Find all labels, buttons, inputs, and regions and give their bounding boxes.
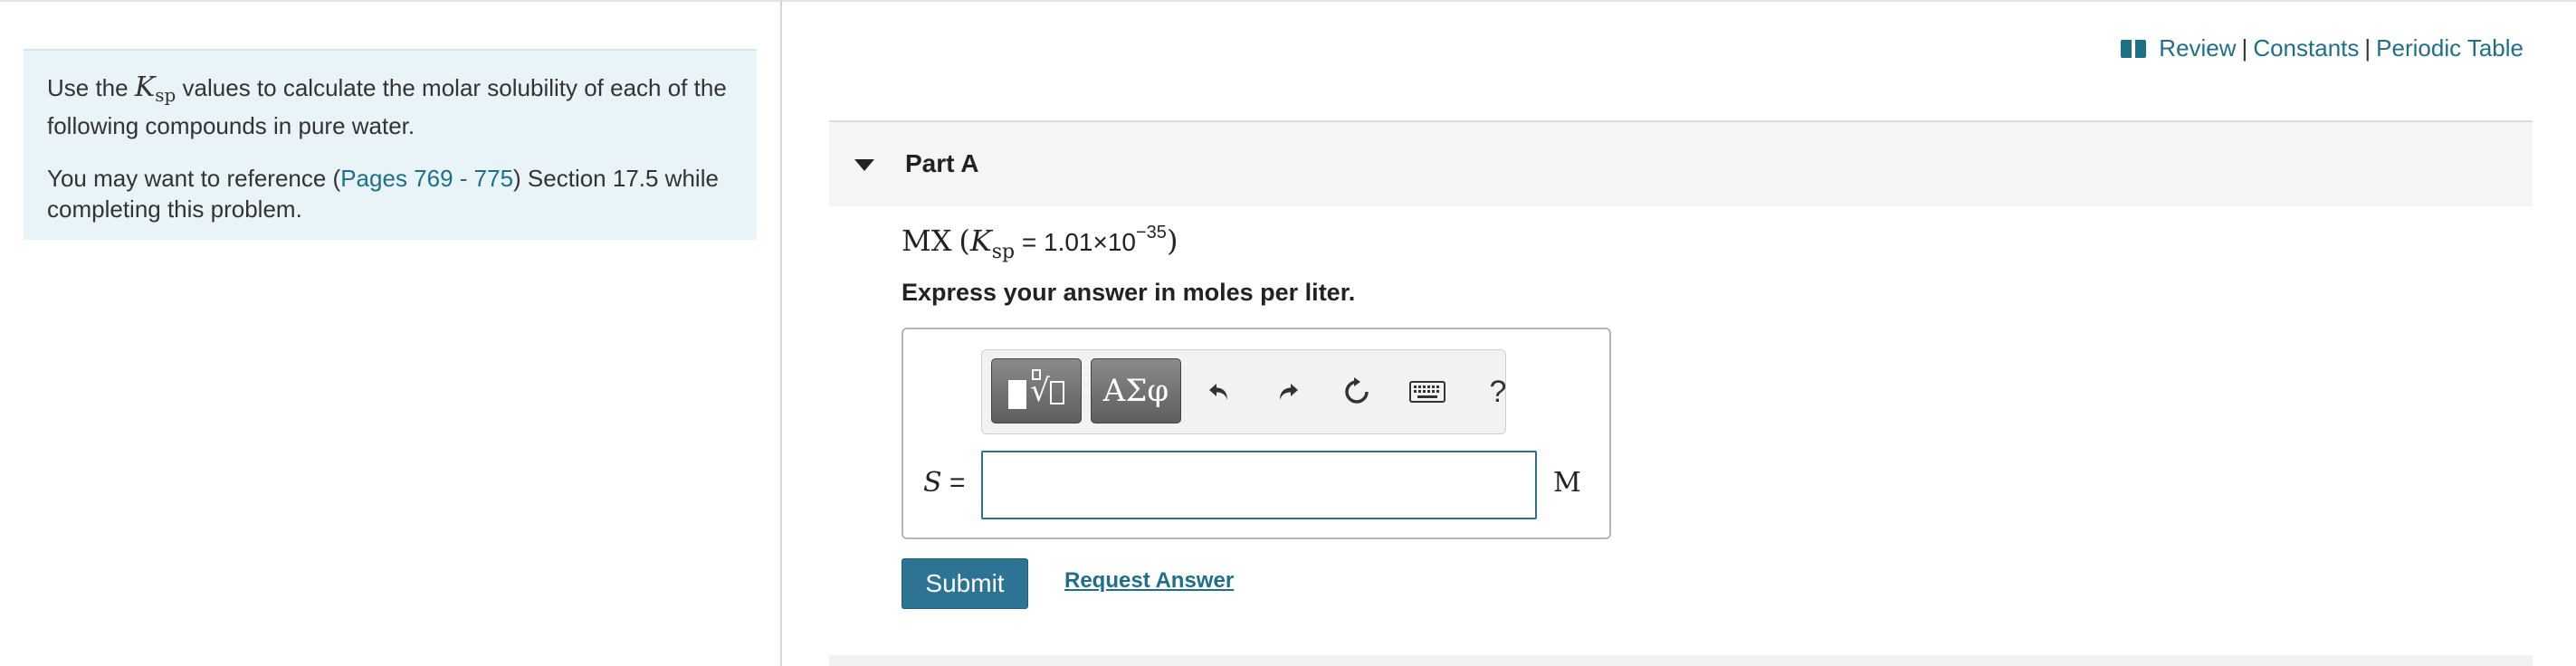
sqrt-icon: √: [1030, 369, 1064, 409]
greek-symbols-button[interactable]: ΑΣφ: [1091, 358, 1181, 423]
ksp-value: = 1.01×10: [1015, 228, 1136, 256]
answer-instruction: Express your answer in moles per liter.: [902, 279, 1356, 306]
pages-link[interactable]: Pages 769 - 775: [340, 165, 513, 192]
submit-button[interactable]: Submit: [902, 558, 1028, 609]
compound-formula: MX: [902, 224, 952, 258]
answer-box: √ ΑΣφ ? S = M: [902, 328, 1611, 539]
periodic-table-link[interactable]: Periodic Table: [2376, 34, 2524, 62]
ksp-exponent: −35: [1136, 223, 1167, 243]
keyboard-icon: [1409, 381, 1445, 403]
redo-button[interactable]: [1268, 372, 1308, 412]
redo-icon: [1280, 384, 1298, 400]
intro-panel: Use the Ksp values to calculate the mola…: [24, 49, 757, 240]
question-prompt: MX (Ksp = 1.01×10−35): [902, 223, 1178, 263]
undo-icon: [1209, 384, 1227, 400]
ksp-subscript: sp: [155, 84, 177, 106]
math-toolbar: √ ΑΣφ ?: [981, 349, 1506, 434]
resource-links: Review | Constants | Periodic Table: [2121, 34, 2524, 62]
answer-input[interactable]: [981, 451, 1537, 519]
ksp-subscript: sp: [991, 241, 1016, 263]
reference-text-pre: You may want to reference (: [47, 165, 341, 192]
next-part-strip: [829, 655, 2533, 666]
templates-button[interactable]: √: [991, 358, 1082, 423]
intro-text-pre: Use the: [47, 74, 135, 101]
intro-reference: You may want to reference (Pages 769 - 7…: [47, 163, 733, 224]
book-icon: [2121, 39, 2147, 58]
help-icon: ?: [1489, 374, 1507, 409]
templates-icon: [1008, 380, 1027, 409]
ksp-symbol: K: [969, 224, 992, 258]
equals-sign: =: [941, 468, 966, 498]
keyboard-button[interactable]: [1407, 372, 1447, 412]
reset-icon: [1345, 377, 1369, 404]
review-link[interactable]: Review: [2159, 34, 2236, 62]
part-title: Part A: [905, 149, 979, 177]
undo-button[interactable]: [1199, 372, 1239, 412]
request-answer-link[interactable]: Request Answer: [1064, 568, 1234, 594]
link-separator: |: [2241, 34, 2248, 62]
open-paren: (: [959, 224, 970, 258]
ksp-symbol: K: [134, 71, 156, 103]
constants-link[interactable]: Constants: [2253, 34, 2359, 62]
answer-variable-label: S =: [923, 467, 965, 499]
intro-instructions: Use the Ksp values to calculate the mola…: [47, 72, 733, 141]
greek-symbols-icon: ΑΣφ: [1102, 373, 1169, 409]
part-header[interactable]: Part A: [829, 122, 2533, 206]
reset-button[interactable]: [1337, 372, 1377, 412]
link-separator: |: [2364, 34, 2371, 62]
close-paren: ): [1166, 224, 1178, 258]
variable-s: S: [923, 467, 942, 499]
collapse-caret-icon[interactable]: [854, 159, 874, 171]
help-button[interactable]: ?: [1478, 372, 1518, 412]
top-rule: [0, 0, 2576, 2]
answer-unit: M: [1553, 467, 1581, 499]
panel-divider: [780, 0, 782, 666]
